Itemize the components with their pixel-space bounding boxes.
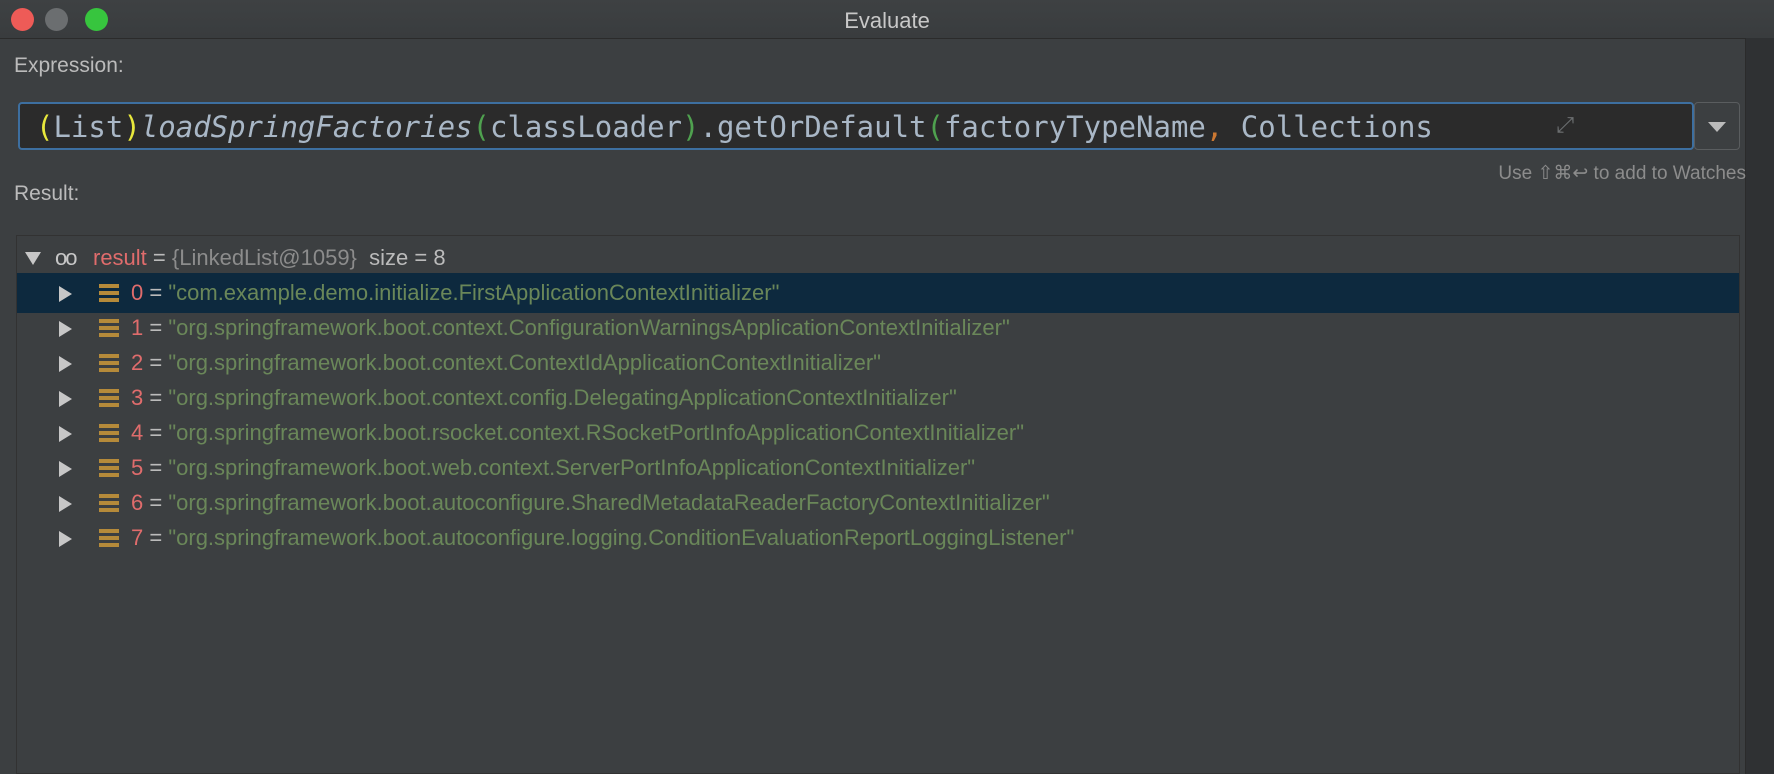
item-value: "org.springframework.boot.autoconfigure.… xyxy=(168,490,1050,515)
item-index: 6 xyxy=(131,490,144,515)
history-dropdown-button[interactable] xyxy=(1694,102,1740,150)
chevron-right-icon[interactable] xyxy=(59,286,72,302)
list-item[interactable]: 3 = "org.springframework.boot.context.co… xyxy=(17,378,1739,418)
expression-input[interactable]: (List)loadSpringFactories(classLoader).g… xyxy=(18,102,1694,150)
list-item[interactable]: 4 = "org.springframework.boot.rsocket.co… xyxy=(17,413,1739,453)
item-value: "org.springframework.boot.context.Contex… xyxy=(168,350,881,375)
arg-open-paren: ( xyxy=(472,110,490,144)
list-item-icon xyxy=(99,494,119,512)
item-index: 2 xyxy=(131,350,144,375)
chevron-down-icon[interactable] xyxy=(25,252,41,265)
list-item-text: 4 = "org.springframework.boot.rsocket.co… xyxy=(131,413,1024,453)
item-index: 1 xyxy=(131,315,144,340)
item-eq: = xyxy=(143,385,169,410)
list-item-icon xyxy=(99,459,119,477)
cast-close-paren: ) xyxy=(123,110,141,144)
chevron-right-icon[interactable] xyxy=(59,531,72,547)
chevron-right-icon[interactable] xyxy=(59,461,72,477)
expand-editor-icon[interactable]: ⤢ xyxy=(1556,112,1574,138)
list-item[interactable]: 0 = "com.example.demo.initialize.FirstAp… xyxy=(17,273,1739,313)
list-item[interactable]: 6 = "org.springframework.boot.autoconfig… xyxy=(17,483,1739,523)
title-bar: Evaluate xyxy=(0,0,1774,39)
chevron-right-icon[interactable] xyxy=(59,496,72,512)
item-eq: = xyxy=(143,315,169,340)
item-index: 3 xyxy=(131,385,144,410)
call-open-paren: ( xyxy=(926,110,944,144)
list-item-text: 1 = "org.springframework.boot.context.Co… xyxy=(131,308,1010,348)
item-value: "com.example.demo.initialize.FirstApplic… xyxy=(168,280,780,305)
result-tree[interactable]: oo result = {LinkedList@1059} size = 8 0… xyxy=(16,235,1740,774)
chevron-right-icon[interactable] xyxy=(59,391,72,407)
cast-open-paren: ( xyxy=(36,110,54,144)
item-value: "org.springframework.boot.context.Config… xyxy=(168,315,1010,340)
arg-close-paren: ) xyxy=(682,110,700,144)
item-value: "org.springframework.boot.autoconfigure.… xyxy=(168,525,1075,550)
method-name: loadSpringFactories xyxy=(140,110,473,144)
list-item-icon xyxy=(99,529,119,547)
item-index: 7 xyxy=(131,525,144,550)
list-item-text: 7 = "org.springframework.boot.autoconfig… xyxy=(131,518,1074,558)
list-item-text: 5 = "org.springframework.boot.web.contex… xyxy=(131,448,975,488)
item-value: "org.springframework.boot.context.config… xyxy=(168,385,957,410)
list-item-icon xyxy=(99,354,119,372)
result-label: Result: xyxy=(14,182,80,205)
item-eq: = xyxy=(143,525,169,550)
item-index: 0 xyxy=(131,280,144,305)
list-item-text: 2 = "org.springframework.boot.context.Co… xyxy=(131,343,881,383)
chevron-down-icon xyxy=(1708,122,1726,132)
root-size: size = 8 xyxy=(369,245,446,270)
chevron-right-icon[interactable] xyxy=(59,321,72,337)
list-item-icon xyxy=(99,424,119,442)
list-item-text: 0 = "com.example.demo.initialize.FirstAp… xyxy=(131,273,779,313)
param-2: Collections xyxy=(1223,110,1433,144)
list-item[interactable]: 5 = "org.springframework.boot.web.contex… xyxy=(17,448,1739,488)
item-eq: = xyxy=(143,350,169,375)
expression-label: Expression: xyxy=(14,54,124,77)
list-item[interactable]: 7 = "org.springframework.boot.autoconfig… xyxy=(17,518,1739,558)
list-item[interactable]: 1 = "org.springframework.boot.context.Co… xyxy=(17,308,1739,348)
item-eq: = xyxy=(143,490,169,515)
arg-name: classLoader xyxy=(489,110,683,144)
param-comma: , xyxy=(1205,110,1224,144)
item-eq: = xyxy=(143,420,169,445)
expression-text[interactable]: (List)loadSpringFactories(classLoader).g… xyxy=(36,110,1646,146)
list-item-text: 6 = "org.springframework.boot.autoconfig… xyxy=(131,483,1050,523)
chevron-right-icon[interactable] xyxy=(59,356,72,372)
item-eq: = xyxy=(143,280,169,305)
chevron-right-icon[interactable] xyxy=(59,426,72,442)
watches-hint: Use ⇧⌘↩ to add to Watches xyxy=(1498,163,1746,184)
list-item-text: 3 = "org.springframework.boot.context.co… xyxy=(131,378,957,418)
item-value: "org.springframework.boot.web.context.Se… xyxy=(168,455,976,480)
item-index: 4 xyxy=(131,420,144,445)
list-item-icon xyxy=(99,389,119,407)
item-value: "org.springframework.boot.rsocket.contex… xyxy=(168,420,1025,445)
cast-type: List xyxy=(53,110,124,144)
param-1: factoryTypeName xyxy=(943,110,1206,144)
root-node-text: result = {LinkedList@1059} size = 8 xyxy=(93,238,446,278)
list-item-icon xyxy=(99,319,119,337)
call-name: .getOrDefault xyxy=(699,110,927,144)
item-eq: = xyxy=(143,455,169,480)
side-scroll-strip xyxy=(1745,38,1774,774)
glasses-icon: oo xyxy=(55,245,78,270)
window-title: Evaluate xyxy=(844,8,930,33)
tree-root-row[interactable]: oo result = {LinkedList@1059} size = 8 xyxy=(17,238,1739,278)
root-eq: = xyxy=(146,245,172,270)
list-item[interactable]: 2 = "org.springframework.boot.context.Co… xyxy=(17,343,1739,383)
root-type: {LinkedList@1059} xyxy=(171,245,357,270)
item-index: 5 xyxy=(131,455,144,480)
list-item-icon xyxy=(99,284,119,302)
root-name: result xyxy=(93,245,147,270)
